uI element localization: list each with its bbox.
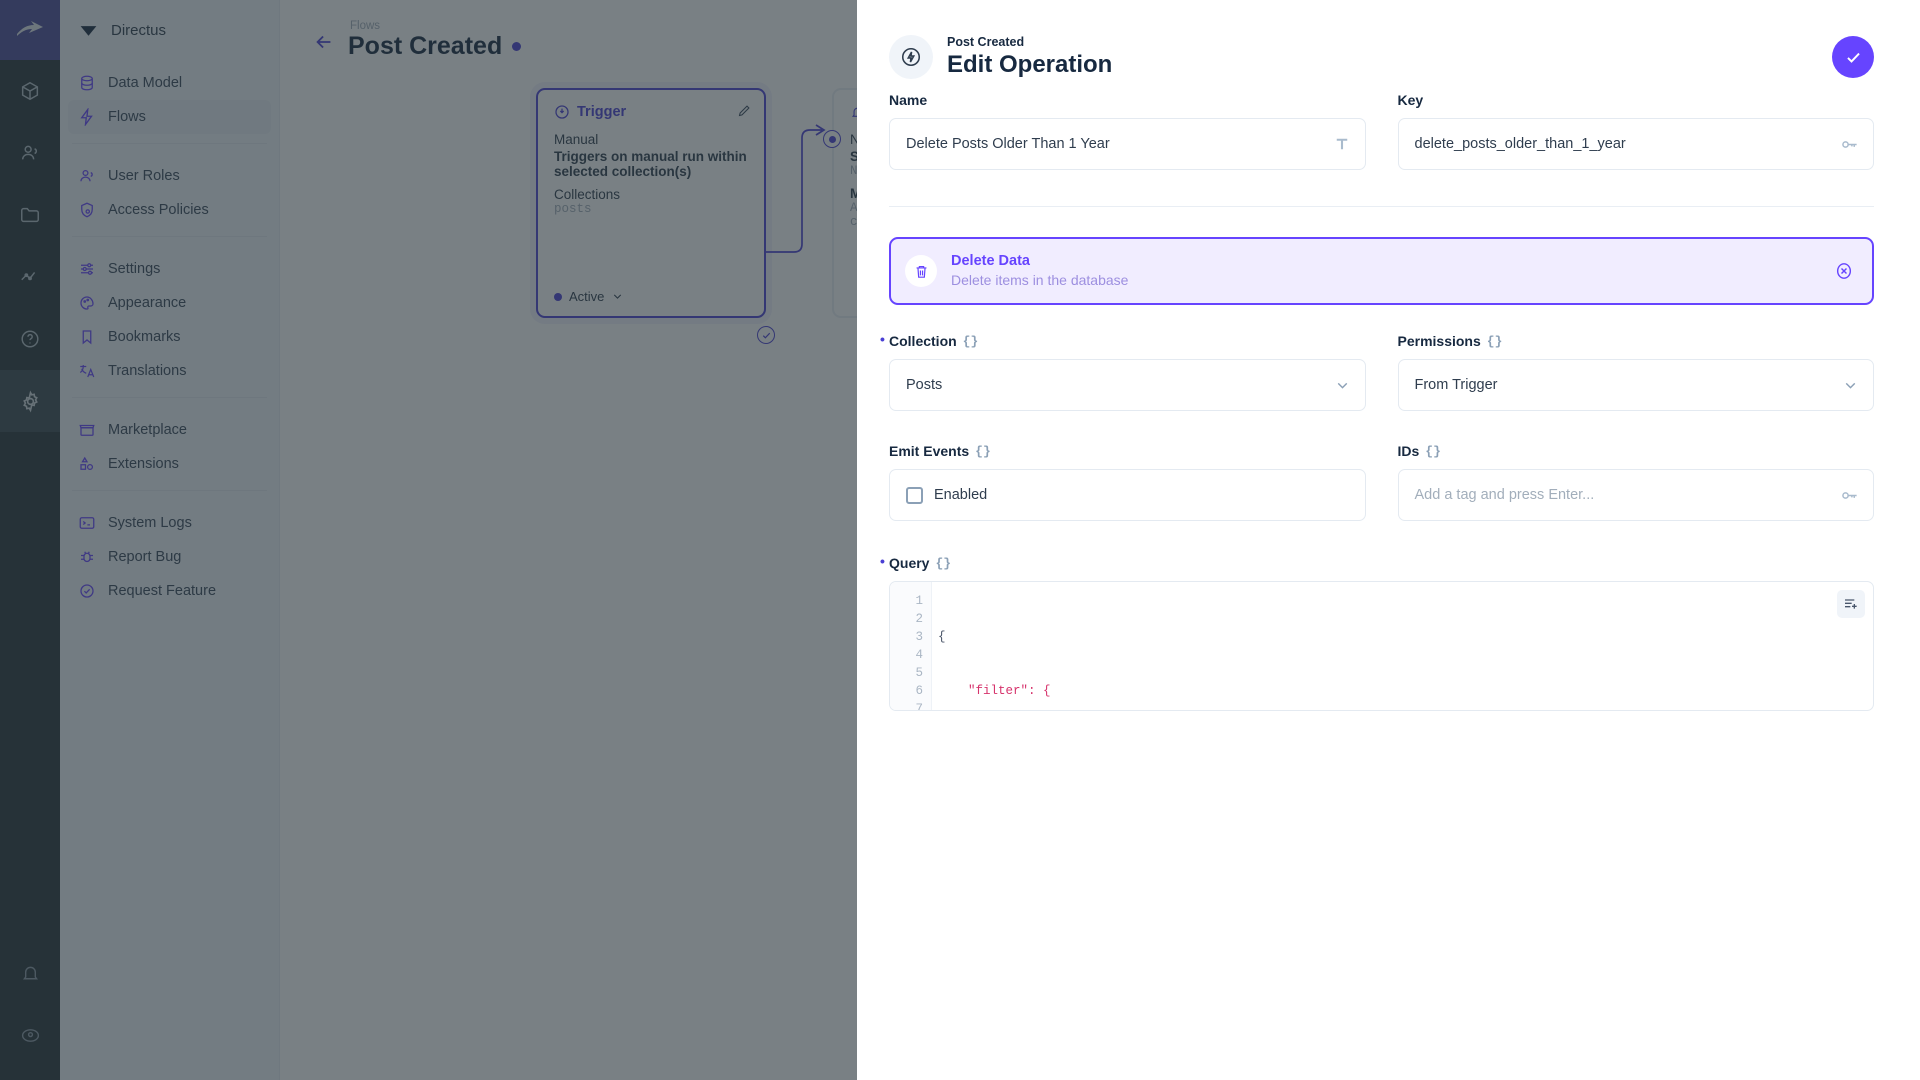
collection-label-text: Collection — [889, 333, 957, 349]
name-label: Name — [889, 92, 928, 108]
code-line: { — [938, 630, 946, 644]
name-key-row: Name Delete Posts Older Than 1 Year Key … — [889, 92, 1874, 170]
chevron-down-icon — [1334, 377, 1351, 394]
collection-permissions-row: Collection {} Posts Permissions {} — [880, 331, 1875, 411]
code-content[interactable]: { "filter": { "date_created": { "_lt": "… — [932, 582, 1873, 710]
collection-label: Collection {} — [880, 331, 1366, 349]
remove-operation-button[interactable] — [1834, 261, 1854, 281]
key-icon — [1840, 135, 1859, 154]
section-divider — [889, 206, 1874, 207]
line-number: 7 — [915, 702, 923, 711]
key-input-value: delete_posts_older_than_1_year — [1414, 136, 1626, 152]
permissions-label: Permissions {} — [1398, 333, 1875, 349]
drawer-subtitle: Post Created — [947, 34, 1025, 49]
ids-input[interactable]: Add a tag and press Enter... — [1397, 469, 1874, 521]
name-field: Name Delete Posts Older Than 1 Year — [889, 92, 1366, 170]
operation-card-description: Delete items in the database — [951, 272, 1129, 289]
collection-field: Collection {} Posts — [880, 331, 1366, 411]
permissions-select[interactable]: From Trigger — [1397, 359, 1874, 411]
emit-events-checkbox[interactable]: Enabled — [889, 469, 1366, 521]
drawer-body: Name Delete Posts Older Than 1 Year Key … — [857, 92, 1920, 1080]
key-label: Key — [1397, 92, 1424, 108]
key-icon — [1840, 486, 1859, 505]
line-number: 5 — [915, 666, 923, 680]
braces-icon[interactable]: {} — [935, 556, 951, 571]
save-button[interactable] — [1832, 36, 1874, 78]
emit-events-checkbox-label: Enabled — [934, 487, 988, 503]
ids-field: IDs {} Add a tag and press Enter... — [1397, 443, 1875, 521]
query-code-editor[interactable]: 1 2 3 4 5 6 7 { "filter": { "date_create… — [889, 581, 1874, 711]
emit-ids-row: Emit Events {} Enabled IDs {} Add a tag … — [889, 443, 1874, 521]
query-label: Query {} — [880, 553, 1874, 571]
operation-card-name: Delete Data — [951, 252, 1030, 269]
emit-events-label-text: Emit Events — [889, 443, 970, 459]
emit-events-field: Emit Events {} Enabled — [889, 443, 1366, 521]
line-number: 1 — [915, 594, 923, 608]
code-gutter: 1 2 3 4 5 6 7 — [890, 582, 932, 710]
key-input[interactable]: delete_posts_older_than_1_year — [1397, 118, 1874, 170]
chevron-down-icon — [1842, 377, 1859, 394]
line-number: 6 — [915, 684, 923, 698]
format-code-button[interactable] — [1837, 590, 1865, 618]
line-number: 3 — [915, 630, 923, 644]
operation-type-card[interactable]: Delete Data Delete items in the database — [889, 237, 1874, 305]
drawer-header: Post Created Edit Operation — [857, 0, 1920, 92]
operation-card-texts: Delete Data Delete items in the database — [951, 252, 1128, 290]
braces-icon[interactable]: {} — [963, 334, 979, 349]
trash-icon — [905, 255, 937, 287]
query-field: Query {} 1 2 3 4 5 6 7 { "f — [880, 553, 1874, 711]
braces-icon[interactable]: {} — [1425, 444, 1441, 459]
ids-input-placeholder: Add a tag and press Enter... — [1414, 487, 1595, 503]
format-lines-icon — [1843, 596, 1859, 612]
check-icon — [1844, 48, 1863, 67]
braces-icon[interactable]: {} — [1487, 334, 1503, 349]
text-format-icon — [1333, 135, 1351, 153]
checkbox-icon — [906, 486, 923, 504]
permissions-label-text: Permissions — [1397, 333, 1481, 349]
line-number: 2 — [915, 612, 923, 626]
drawer-title-group: Post Created Edit Operation — [947, 35, 1832, 80]
braces-icon[interactable]: {} — [975, 444, 991, 459]
permissions-select-value: From Trigger — [1414, 377, 1498, 393]
line-number: 4 — [915, 648, 923, 662]
edit-operation-drawer: Post Created Edit Operation Name Delete … — [857, 0, 1920, 1080]
collection-select-value: Posts — [906, 377, 943, 393]
key-field: Key delete_posts_older_than_1_year — [1397, 92, 1874, 170]
flow-bolt-icon — [889, 35, 933, 79]
drawer-title: Edit Operation — [947, 50, 1113, 78]
name-input-value: Delete Posts Older Than 1 Year — [906, 136, 1110, 152]
code-line: "filter": { — [938, 684, 1051, 698]
query-label-text: Query — [889, 555, 930, 571]
emit-events-label: Emit Events {} — [889, 443, 1366, 459]
permissions-field: Permissions {} From Trigger — [1397, 333, 1875, 411]
collection-select[interactable]: Posts — [889, 359, 1366, 411]
ids-label-text: IDs — [1397, 443, 1420, 459]
ids-label: IDs {} — [1398, 443, 1875, 459]
remove-circle-x-icon — [1834, 261, 1854, 281]
name-input[interactable]: Delete Posts Older Than 1 Year — [889, 118, 1366, 170]
